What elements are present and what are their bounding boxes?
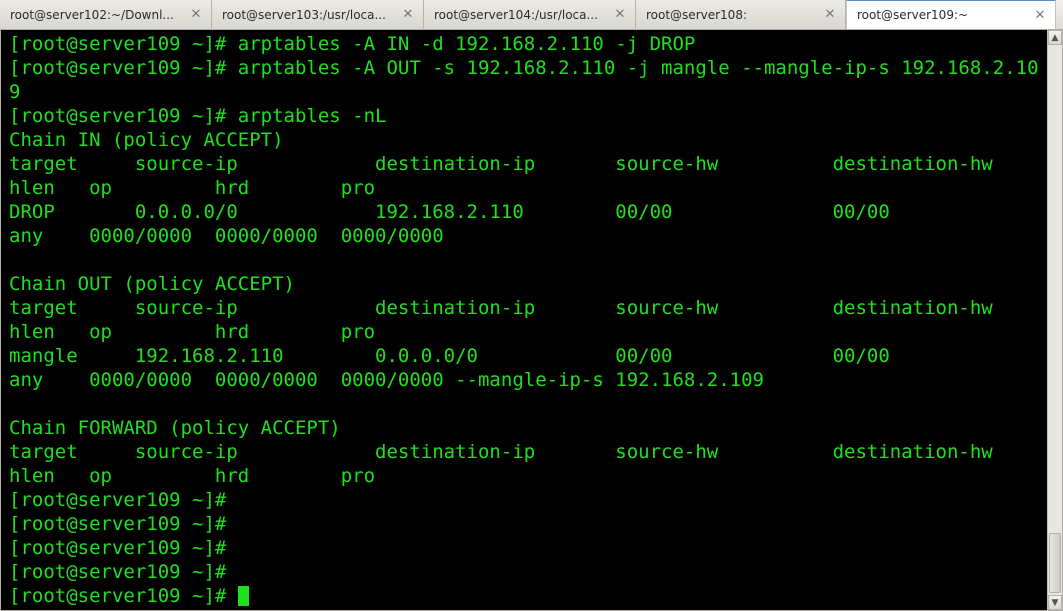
tab-server102[interactable]: root@server102:~/Downl... ✕ [0,0,212,29]
close-icon[interactable]: ✕ [189,8,203,22]
scroll-down-button[interactable]: ▼ [1048,595,1062,610]
tab-label: root@server108: [646,8,817,22]
close-icon[interactable]: ✕ [1033,8,1047,22]
tab-bar: root@server102:~/Downl... ✕ root@server1… [0,0,1063,30]
tab-server103[interactable]: root@server103:/usr/loca... ✕ [212,0,424,29]
vertical-scrollbar[interactable]: ▲ ▼ [1047,30,1062,610]
tab-server108[interactable]: root@server108: ✕ [636,0,846,29]
tab-label: root@server102:~/Downl... [10,8,183,22]
scroll-thumb[interactable] [1049,533,1061,593]
close-icon[interactable]: ✕ [823,8,837,22]
scroll-track[interactable] [1048,45,1062,595]
terminal[interactable]: [root@server109 ~]# arptables -A IN -d 1… [1,30,1047,610]
scroll-up-button[interactable]: ▲ [1048,30,1062,45]
cursor [238,586,249,606]
tab-server104[interactable]: root@server104:/usr/loca... ✕ [424,0,636,29]
tab-label: root@server104:/usr/loca... [434,8,607,22]
tab-server109[interactable]: root@server109:~ ✕ [846,0,1056,29]
terminal-container: [root@server109 ~]# arptables -A IN -d 1… [0,30,1063,611]
close-icon[interactable]: ✕ [613,8,627,22]
close-icon[interactable]: ✕ [401,8,415,22]
tab-label: root@server103:/usr/loca... [222,8,395,22]
tab-label: root@server109:~ [857,8,1027,22]
